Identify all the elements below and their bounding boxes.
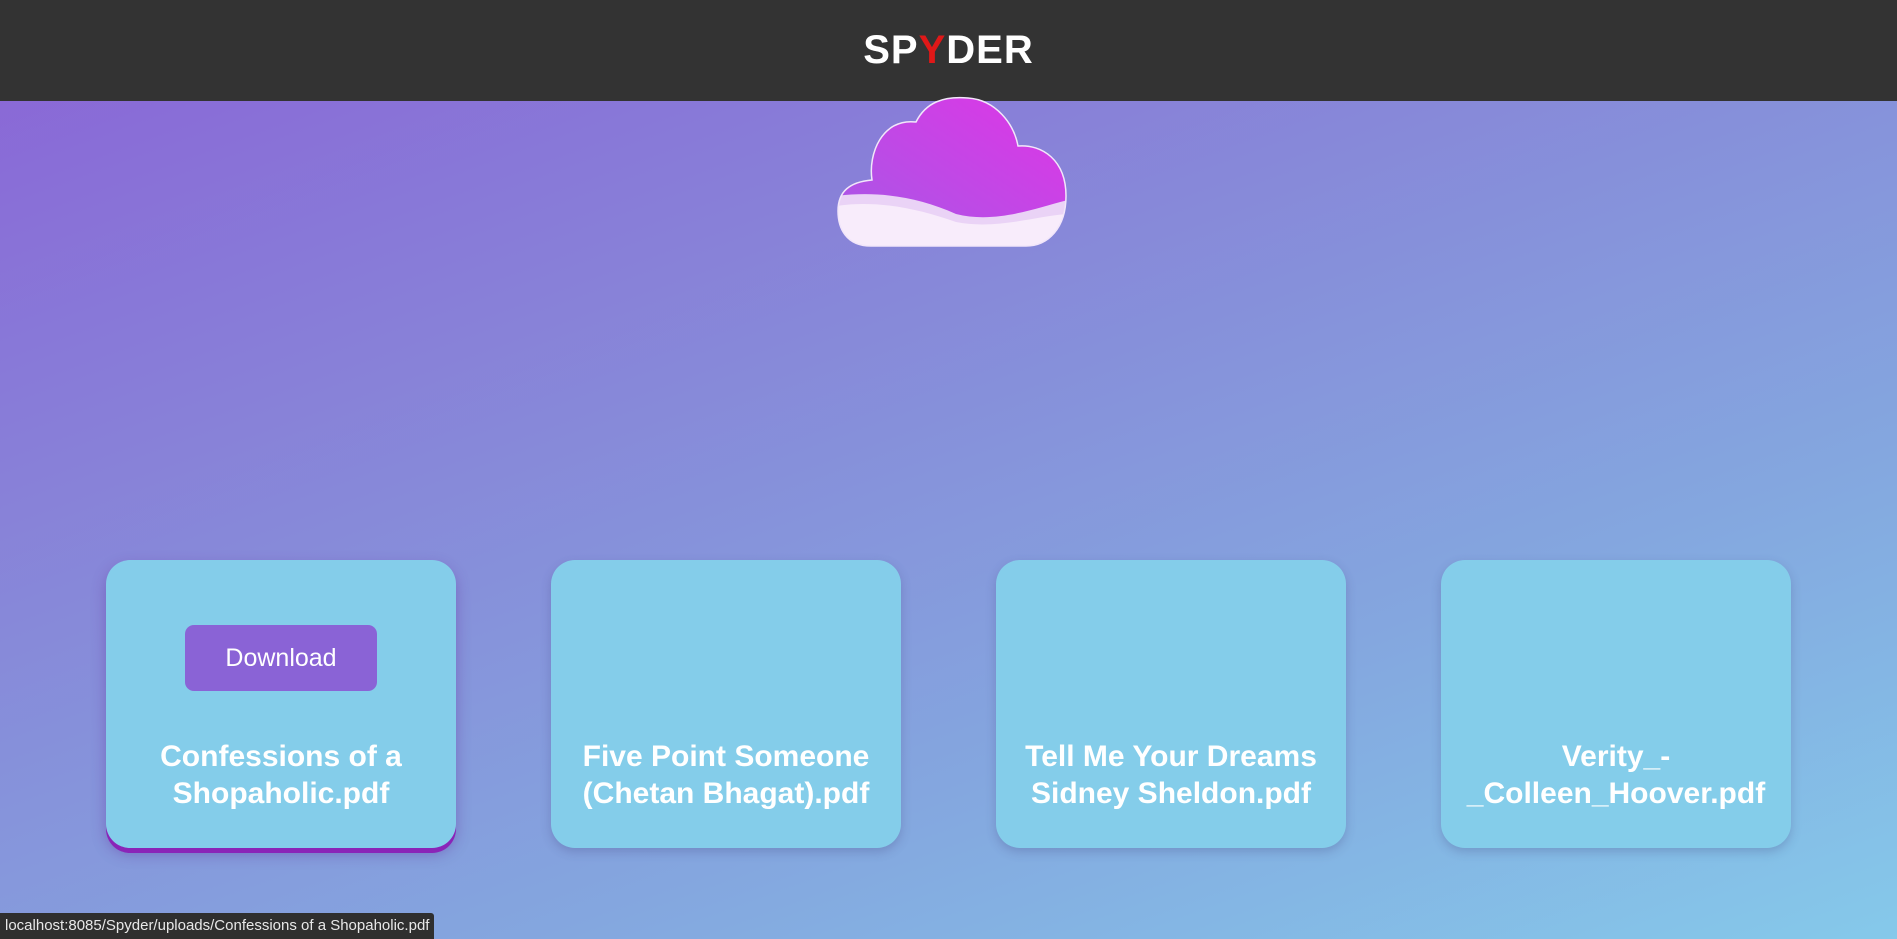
file-name: Confessions of a Shopaholic.pdf [160, 740, 402, 810]
link-status-bar: localhost:8085/Spyder/uploads/Confession… [0, 913, 435, 939]
file-name: Five Point Someone (Chetan Bhagat).pdf [582, 740, 870, 810]
file-name: Tell Me Your Dreams Sidney Sheldon.pdf [1025, 740, 1317, 810]
file-card[interactable]: Tell Me Your Dreams Sidney Sheldon.pdf [996, 560, 1346, 848]
file-card-grid: Download Confessions of a Shopaholic.pdf… [106, 560, 1792, 850]
file-card[interactable]: Verity_-_Colleen_Hoover.pdf [1441, 560, 1791, 848]
brand-suffix: DER [946, 28, 1034, 72]
file-card[interactable]: Download Confessions of a Shopaholic.pdf [106, 560, 456, 848]
file-card[interactable]: Five Point Someone (Chetan Bhagat).pdf [551, 560, 901, 848]
file-name: Verity_-_Colleen_Hoover.pdf [1466, 740, 1766, 810]
brand-title: SPYDER [863, 28, 1034, 73]
cloud-icon [836, 96, 1068, 250]
top-header: SPYDER [0, 0, 1897, 101]
download-button[interactable]: Download [185, 625, 377, 691]
brand-highlight: Y [918, 28, 947, 72]
brand-prefix: SP [863, 28, 919, 72]
